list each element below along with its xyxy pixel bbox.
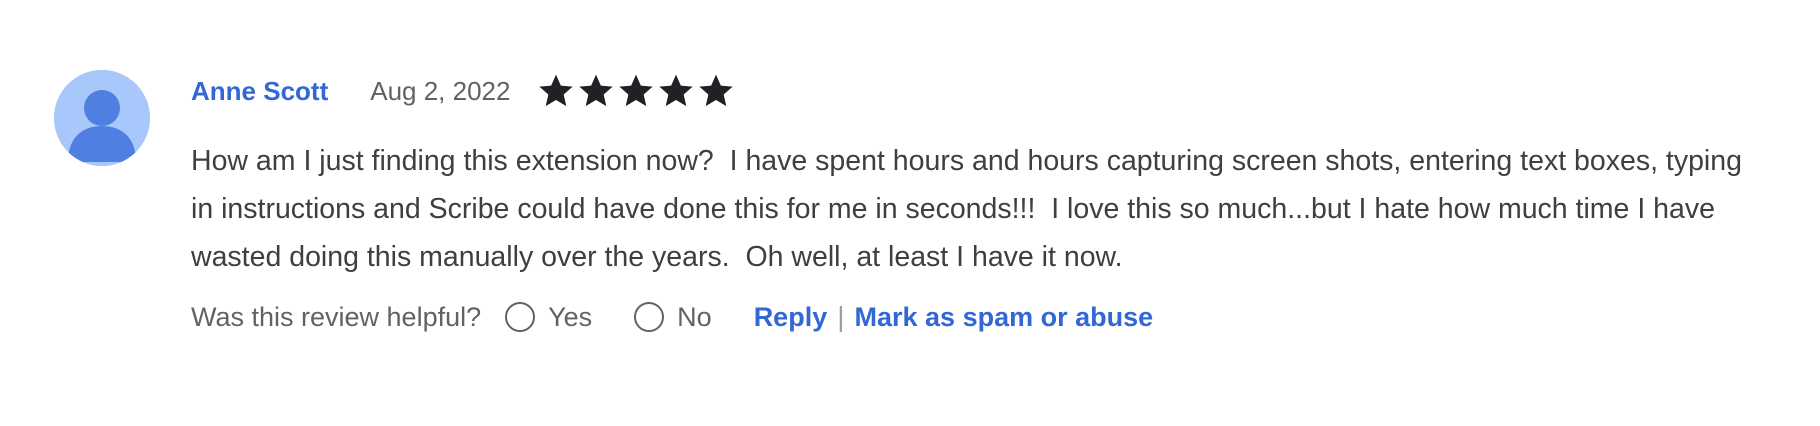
star-icon	[659, 74, 694, 107]
star-icon	[619, 74, 654, 107]
avatar	[54, 70, 150, 166]
helpful-question: Was this review helpful?	[191, 301, 482, 332]
review-card: Anne Scott Aug 2, 2022 How am I just fin…	[0, 0, 1820, 426]
review-text: How am I just finding this extension now…	[191, 145, 1750, 273]
link-separator: |	[837, 301, 845, 332]
reply-link[interactable]: Reply	[754, 302, 828, 333]
review-footer: Was this review helpful? Yes No Reply | …	[191, 294, 1751, 340]
yes-label: Yes	[548, 301, 593, 332]
review-header: Anne Scott Aug 2, 2022	[191, 68, 1751, 114]
star-icon	[539, 74, 574, 107]
author-name-link[interactable]: Anne Scott	[191, 76, 328, 107]
default-user-avatar-icon	[54, 70, 150, 166]
review-date: Aug 2, 2022	[370, 75, 511, 106]
helpful-yes-option[interactable]: Yes	[505, 302, 592, 333]
star-icon	[579, 74, 614, 107]
radio-button-yes[interactable]	[505, 302, 536, 332]
star-icon	[699, 74, 734, 107]
helpful-no-option[interactable]: No	[634, 302, 712, 333]
star-rating	[536, 71, 736, 111]
mark-spam-link[interactable]: Mark as spam or abuse	[855, 302, 1154, 333]
no-label: No	[677, 301, 712, 332]
review-content: Anne Scott Aug 2, 2022 How am I just fin…	[191, 68, 1751, 340]
radio-button-no[interactable]	[634, 302, 665, 332]
